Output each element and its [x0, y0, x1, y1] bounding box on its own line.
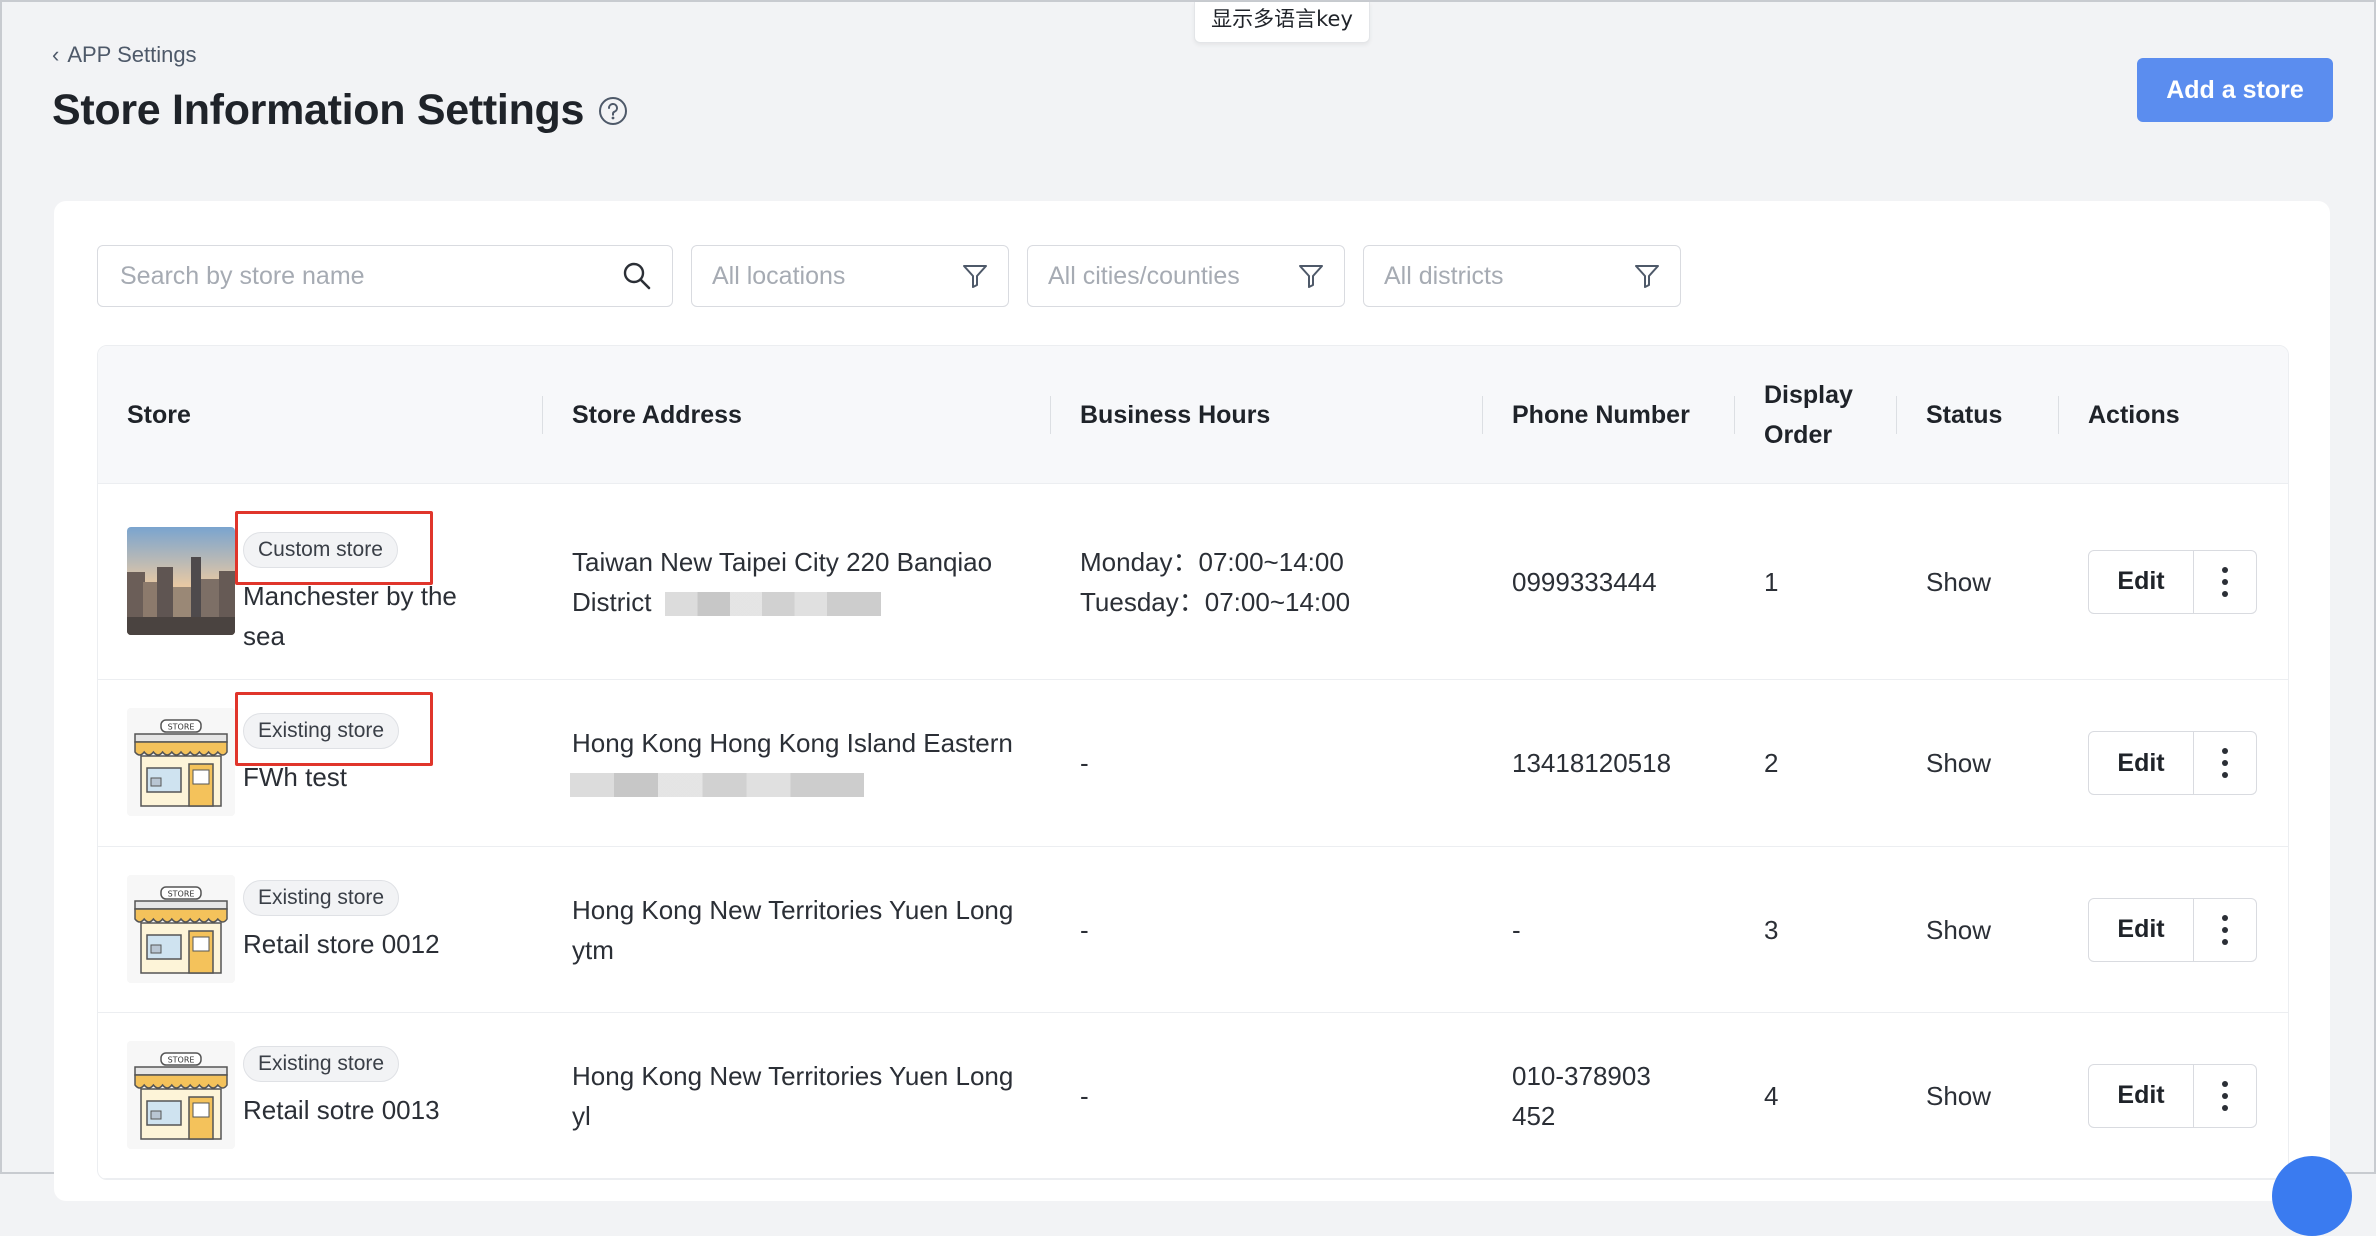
svg-text:STORE: STORE [168, 890, 195, 899]
store-photo [127, 527, 235, 635]
more-options-icon[interactable] [2194, 549, 2257, 614]
status-text: Show [1926, 1080, 1992, 1111]
column-header-hours: Business Hours [1051, 346, 1483, 483]
display-order: 4 [1764, 1080, 1779, 1111]
city-filter[interactable]: All cities/counties [1027, 245, 1345, 307]
store-name: FWh test [243, 762, 348, 792]
location-filter[interactable]: All locations [691, 245, 1009, 307]
district-filter[interactable]: All districts [1363, 245, 1681, 307]
page-title: Store Information Settings [52, 86, 585, 134]
language-key-badge[interactable]: 显示多语言key [1194, 2, 1370, 43]
filter-icon [1299, 265, 1323, 288]
edit-button[interactable]: Edit [2088, 1063, 2194, 1128]
store-icon: STORE [127, 875, 235, 983]
location-filter-placeholder: All locations [712, 261, 846, 290]
store-type-tag: Existing store [243, 1046, 400, 1082]
search-input[interactable]: Search by store name [97, 245, 673, 307]
column-header-display-order: Display Order [1735, 346, 1897, 483]
store-icon: STORE [127, 1041, 235, 1149]
store-name: Manchester by the sea [243, 581, 457, 651]
column-header-store: Store [98, 346, 543, 483]
display-order: 1 [1764, 566, 1779, 597]
chevron-left-icon: ‹ [52, 42, 60, 67]
help-icon[interactable] [598, 96, 628, 126]
edit-button[interactable]: Edit [2088, 731, 2194, 795]
status-text: Show [1926, 914, 1992, 945]
business-hours-line: Monday：07:00~14:00 [1080, 546, 1344, 577]
svg-text:STORE: STORE [168, 723, 195, 732]
business-hours-line: - [1080, 914, 1089, 945]
district-filter-placeholder: All districts [1384, 261, 1504, 290]
table-header: Store Store Address Business Hours Phone… [98, 346, 2288, 484]
business-hours-line: Tuesday：07:00~14:00 [1080, 586, 1351, 617]
phone-number: 0999333444 [1512, 566, 1657, 597]
search-placeholder: Search by store name [120, 261, 365, 290]
more-options-icon[interactable] [2194, 897, 2257, 962]
table-row: STORE Existing store Retail store 0012 H… [98, 847, 2288, 1013]
filter-icon [1635, 265, 1659, 288]
store-name: Retail sotre 0013 [243, 1095, 440, 1125]
column-header-phone: Phone Number [1483, 346, 1735, 483]
table-row: STORE Existing store FWh test Hong Kong … [98, 680, 2288, 847]
breadcrumb[interactable]: ‹ APP Settings [52, 42, 197, 68]
store-address: Hong Kong New Territories Yuen Long ytm [572, 894, 1014, 965]
breadcrumb-label: APP Settings [67, 42, 197, 67]
more-options-icon[interactable] [2194, 731, 2257, 795]
store-address: Hong Kong New Territories Yuen Long yl [572, 1060, 1014, 1131]
status-text: Show [1926, 566, 1992, 597]
display-order: 2 [1764, 748, 1779, 778]
edit-button[interactable]: Edit [2088, 549, 2194, 614]
add-store-button[interactable]: Add a store [2137, 58, 2333, 122]
svg-text:STORE: STORE [168, 1056, 195, 1065]
redacted-address [664, 591, 881, 616]
column-header-address: Store Address [543, 346, 1051, 483]
floating-action-button[interactable] [2272, 1156, 2352, 1236]
search-icon[interactable] [622, 261, 652, 291]
table-row: STORE Existing store Retail sotre 0013 H… [98, 1013, 2288, 1179]
phone-number: 010-378903452 [1512, 1060, 1651, 1131]
redacted-address [570, 773, 864, 798]
store-table: Store Store Address Business Hours Phone… [97, 345, 2289, 1180]
city-filter-placeholder: All cities/counties [1048, 261, 1240, 290]
store-type-tag: Custom store [243, 532, 398, 568]
column-header-actions: Actions [2088, 400, 2180, 429]
filter-icon [963, 265, 987, 288]
more-options-icon[interactable] [2194, 1063, 2257, 1128]
store-type-tag: Existing store [243, 713, 400, 749]
business-hours-line: - [1080, 748, 1089, 778]
column-header-status: Status [1897, 346, 2059, 483]
display-order: 3 [1764, 914, 1779, 945]
business-hours-line: - [1080, 1080, 1089, 1111]
store-name: Retail store 0012 [243, 929, 440, 959]
status-text: Show [1926, 748, 1992, 778]
store-type-tag: Existing store [243, 880, 400, 916]
store-icon: STORE [127, 708, 235, 816]
store-address: Hong Kong Hong Kong Island Eastern [572, 728, 1013, 758]
store-list-card: Search by store name All locations All c… [54, 201, 2330, 1201]
phone-number: - [1512, 914, 1521, 945]
edit-button[interactable]: Edit [2088, 897, 2194, 962]
table-row: Custom store Manchester by the sea Taiwa… [98, 484, 2288, 680]
phone-number: 13418120518 [1512, 748, 1672, 778]
